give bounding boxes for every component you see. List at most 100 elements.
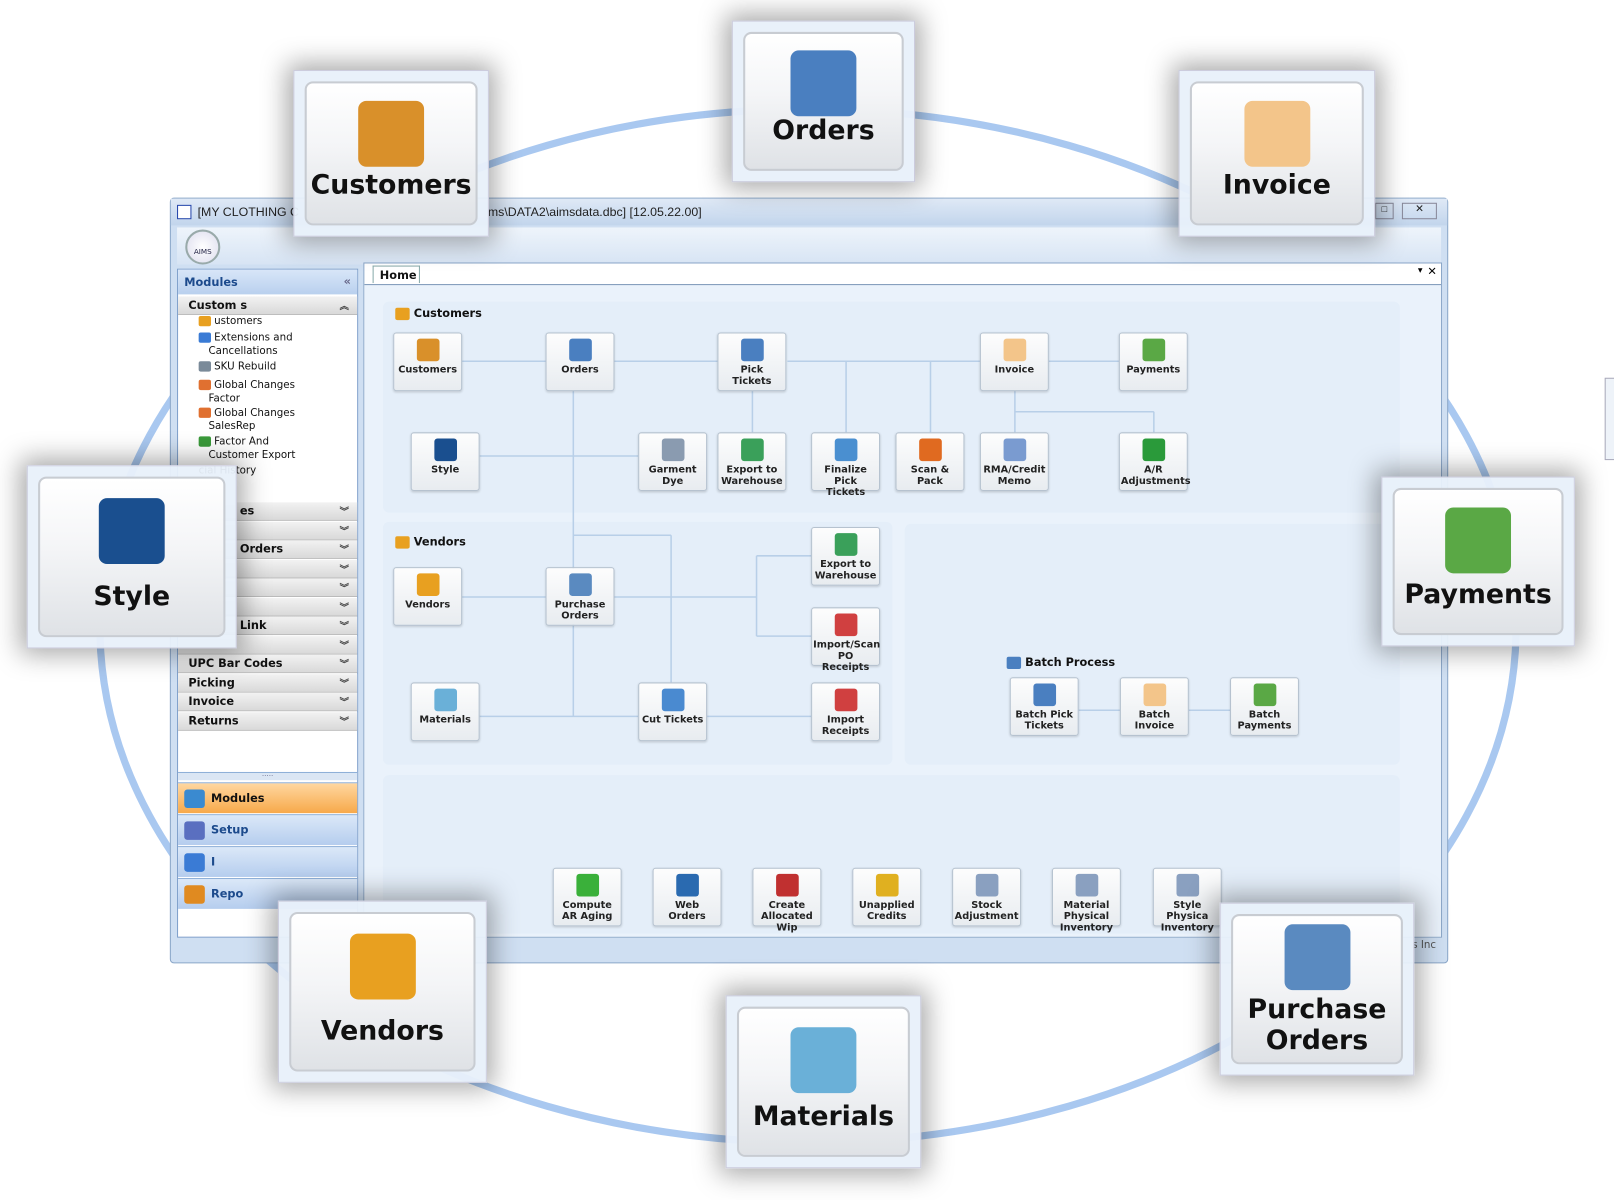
bpick-icon — [1032, 683, 1056, 707]
customers-icon — [358, 100, 425, 167]
payments-button[interactable]: Payments — [1118, 332, 1188, 392]
button-label: Import Receipts — [821, 714, 870, 737]
button-label: RMA/Credit Memo — [983, 464, 1046, 487]
matinv-icon — [1075, 873, 1098, 897]
card-body: Invoice — [1189, 81, 1364, 226]
button-label: Style — [431, 464, 460, 476]
finalize-button[interactable]: Finalize Pick Tickets — [811, 432, 881, 498]
style-icon — [433, 438, 457, 462]
button-label: Create Allocated Wip — [761, 899, 813, 934]
card-label: Customers — [310, 169, 472, 201]
rma-icon — [1003, 438, 1026, 462]
button-label: Export to Warehouse — [721, 464, 783, 487]
style-feature-card[interactable]: Style — [26, 465, 237, 649]
button-label: Vendors — [405, 599, 451, 611]
scan-button[interactable]: Scan & Pack — [895, 432, 965, 491]
importr-button[interactable]: Import Receipts — [811, 682, 881, 742]
orders-icon — [790, 50, 857, 117]
unapplied-icon — [875, 873, 899, 897]
binvoice-icon — [1143, 683, 1166, 707]
purchase-orders-icon — [1284, 924, 1350, 991]
button-label: Scan & Pack — [910, 464, 950, 487]
button-label: Export to Warehouse — [814, 558, 877, 582]
card-label: Vendors — [320, 1015, 444, 1047]
button-label: Payments — [1126, 364, 1181, 376]
importscan-button[interactable]: Import/Scan PO Receipts — [811, 607, 880, 673]
pick-icon — [740, 338, 764, 362]
vendors-button[interactable]: Vendors — [393, 567, 463, 626]
importr-icon — [834, 688, 857, 712]
materials-icon — [433, 688, 457, 712]
cut-icon — [661, 688, 684, 712]
rma-button[interactable]: RMA/Credit Memo — [979, 432, 1049, 491]
bpay-button[interactable]: Batch Payments — [1230, 677, 1299, 736]
customers-icon — [416, 338, 439, 362]
card-body: Purchase Orders — [1231, 914, 1403, 1065]
vendors-feature-card[interactable]: Vendors — [277, 900, 487, 1083]
vendors-icon — [416, 573, 439, 596]
ar-icon — [1142, 438, 1165, 462]
unapplied-button[interactable]: Unapplied Credits — [852, 867, 922, 927]
card-label: Payments — [1404, 579, 1552, 611]
invoice-button[interactable]: Invoice — [979, 332, 1049, 392]
exportc-button[interactable]: Export to Warehouse — [717, 432, 787, 491]
card-label: Orders — [772, 115, 875, 147]
po-button[interactable]: Purchase Orders — [545, 567, 615, 626]
button-label: Batch Invoice — [1134, 709, 1175, 732]
wip-button[interactable]: Create Allocated Wip — [752, 867, 822, 934]
dye-button[interactable]: Garment Dye — [638, 432, 708, 491]
materials-icon — [790, 1026, 857, 1093]
button-label: Pick Tickets — [732, 364, 772, 388]
button-label: Import/Scan PO Receipts — [813, 639, 881, 674]
pick-button[interactable]: Pick Tickets — [717, 332, 787, 392]
araging-icon — [575, 873, 599, 897]
exportv-icon — [834, 533, 857, 556]
finalize-icon — [834, 438, 857, 462]
card-body: Vendors — [289, 911, 476, 1072]
styleinv-button[interactable]: Style Physica Inventory — [1152, 867, 1222, 934]
card-label: Invoice — [1222, 169, 1331, 201]
style-button[interactable]: Style — [410, 432, 480, 491]
orders-feature-card[interactable]: Orders — [731, 20, 916, 183]
payments-icon — [1142, 338, 1165, 362]
button-label: Cut Tickets — [641, 714, 704, 726]
card-label: Materials — [752, 1101, 895, 1133]
button-label: Style Physica Inventory — [1160, 899, 1214, 934]
invoice-icon — [1243, 100, 1310, 167]
vendors-icon — [349, 933, 416, 1000]
orders-button[interactable]: Orders — [545, 332, 615, 392]
materials-button[interactable]: Materials — [410, 682, 480, 742]
invoice-feature-card[interactable]: Invoice — [1178, 69, 1376, 237]
card-label: Purchase Orders — [1247, 994, 1387, 1057]
button-label: Batch Payments — [1237, 709, 1292, 732]
web-button[interactable]: Web Orders — [652, 867, 722, 927]
materials-feature-card[interactable]: Materials — [725, 995, 922, 1169]
customers-button[interactable]: Customers — [393, 332, 463, 392]
button-label: Compute AR Aging — [562, 899, 613, 923]
payments-feature-card[interactable]: Payments — [1381, 476, 1575, 647]
customers-feature-card[interactable]: Customers — [293, 69, 489, 237]
button-label: A/R Adjustments — [1120, 464, 1191, 487]
style-icon — [98, 498, 165, 565]
cut-button[interactable]: Cut Tickets — [638, 682, 708, 742]
araging-button[interactable]: Compute AR Aging — [552, 867, 622, 927]
button-label: Purchase Orders — [554, 599, 606, 622]
button-label: Materials — [419, 714, 471, 726]
bpay-icon — [1253, 683, 1276, 707]
button-label: Garment Dye — [648, 464, 697, 487]
importscan-icon — [834, 613, 857, 637]
bpick-button[interactable]: Batch Pick Tickets — [1009, 677, 1079, 736]
scan-icon — [918, 438, 942, 462]
exportc-icon — [740, 438, 764, 462]
po-feature-card[interactable]: Purchase Orders — [1219, 902, 1415, 1076]
binvoice-button[interactable]: Batch Invoice — [1119, 677, 1189, 736]
card-body: Style — [38, 476, 226, 638]
ar-button[interactable]: A/R Adjustments — [1118, 432, 1191, 491]
stock-button[interactable]: Stock Adjustment — [952, 867, 1022, 927]
matinv-button[interactable]: Material Physical Inventory — [1051, 867, 1121, 934]
exportv-button[interactable]: Export to Warehouse — [811, 527, 881, 586]
web-icon — [675, 873, 699, 897]
orders-icon — [568, 338, 592, 362]
card-body: Customers — [304, 81, 478, 226]
button-label: Unapplied Credits — [858, 899, 915, 923]
